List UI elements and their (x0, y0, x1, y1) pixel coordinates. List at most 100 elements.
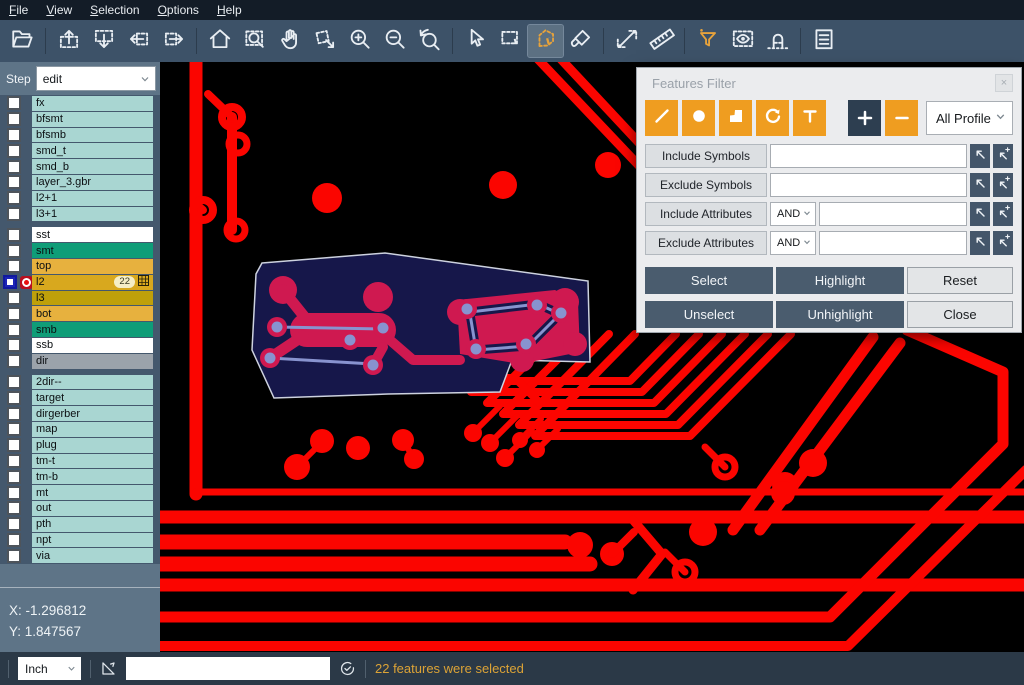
step-dropdown[interactable]: edit (36, 66, 156, 91)
layer-label[interactable]: 2dir-- (32, 375, 153, 390)
unselect-button[interactable]: Unselect (645, 301, 773, 328)
layer-checkbox[interactable] (7, 354, 21, 368)
layer-label[interactable]: tm-t (32, 454, 153, 469)
menu-view[interactable]: View (37, 0, 81, 20)
layer-checkbox[interactable] (7, 207, 21, 221)
reset-button[interactable]: Reset (907, 267, 1013, 294)
layer-checkbox[interactable] (7, 228, 21, 242)
layer-label[interactable]: bot (32, 306, 153, 321)
pick-add-from-canvas-button[interactable] (993, 202, 1013, 226)
and-or-dropdown[interactable]: AND (770, 202, 816, 226)
rect-select-button[interactable] (493, 25, 528, 57)
home-button[interactable] (202, 25, 237, 57)
layer-label[interactable]: fx (32, 96, 153, 111)
arc-feature-button[interactable] (756, 100, 789, 136)
layer-checkbox[interactable] (7, 259, 21, 273)
layer-checkbox[interactable] (7, 144, 21, 158)
layer-checkbox[interactable] (7, 338, 21, 352)
snap-button[interactable] (760, 25, 795, 57)
layer-label[interactable]: target (32, 390, 153, 405)
dialog-titlebar[interactable]: Features Filter × (637, 68, 1021, 98)
layer-label[interactable]: dirgerber (32, 406, 153, 421)
layer-label[interactable]: l3 (32, 291, 153, 306)
features-filter-button[interactable] (690, 25, 725, 57)
include-symbols-input[interactable] (770, 144, 967, 168)
close-icon[interactable]: × (995, 74, 1013, 92)
layer-checkbox[interactable] (7, 470, 21, 484)
layer-checkbox[interactable] (7, 160, 21, 174)
layer-label[interactable]: smd_b (32, 159, 153, 174)
layer-label[interactable]: layer_3.gbr (32, 175, 153, 190)
include-symbols-button[interactable]: Include Symbols (645, 144, 767, 168)
pick-from-canvas-button[interactable] (970, 144, 990, 168)
layer-checkbox[interactable] (7, 96, 21, 110)
pick-from-canvas-button[interactable] (970, 202, 990, 226)
exclude-attributes-button[interactable]: Exclude Attributes (645, 231, 767, 255)
menu-selection[interactable]: Selection (81, 0, 148, 20)
layer-checkbox[interactable] (7, 549, 21, 563)
exclude-symbols-input[interactable] (770, 173, 967, 197)
layer-checkbox[interactable] (7, 128, 21, 142)
exclude-attributes-input[interactable] (819, 231, 967, 255)
pan-down-button[interactable] (86, 25, 121, 57)
include-attributes-button[interactable]: Include Attributes (645, 202, 767, 226)
text-feature-button[interactable] (793, 100, 826, 136)
pad-feature-button[interactable] (682, 100, 715, 136)
layer-label[interactable]: l3+1 (32, 207, 153, 222)
menu-options[interactable]: Options (149, 0, 208, 20)
layer-checkbox[interactable] (7, 391, 21, 405)
units-dropdown[interactable]: Inch (18, 657, 81, 680)
layer-checkbox[interactable] (7, 407, 21, 421)
highlight-button[interactable]: Highlight (776, 267, 904, 294)
measure-line-button[interactable] (609, 25, 644, 57)
layer-checkbox[interactable] (7, 291, 21, 305)
layer-checkbox[interactable] (7, 533, 21, 547)
layer-checkbox[interactable] (7, 175, 21, 189)
open-file-button[interactable] (5, 25, 40, 57)
layer-checkbox[interactable] (7, 375, 21, 389)
menu-help[interactable]: Help (208, 0, 251, 20)
polygon-select-button[interactable] (528, 25, 563, 57)
layer-checkbox[interactable] (7, 501, 21, 515)
pick-from-canvas-button[interactable] (970, 231, 990, 255)
zoom-in-button[interactable] (342, 25, 377, 57)
pan-right-button[interactable] (156, 25, 191, 57)
surface-feature-button[interactable] (719, 100, 752, 136)
pick-add-from-canvas-button[interactable] (993, 231, 1013, 255)
pick-add-from-canvas-button[interactable] (993, 173, 1013, 197)
layer-label[interactable]: tm-b (32, 469, 153, 484)
report-button[interactable] (806, 25, 841, 57)
layer-checkbox[interactable] (7, 323, 21, 337)
paint-select-button[interactable] (563, 25, 598, 57)
layer-checkbox[interactable] (7, 244, 21, 258)
pan-hand-button[interactable] (272, 25, 307, 57)
pick-add-from-canvas-button[interactable] (993, 144, 1013, 168)
layer-label[interactable]: l222 (32, 275, 153, 290)
layer-label[interactable]: l2+1 (32, 191, 153, 206)
include-attributes-input[interactable] (819, 202, 967, 226)
add-filter-button[interactable] (848, 100, 881, 136)
pick-from-canvas-button[interactable] (970, 173, 990, 197)
layer-label[interactable]: sst (32, 227, 153, 242)
layer-checkbox[interactable] (7, 454, 21, 468)
corner-measure-icon[interactable] (100, 660, 117, 677)
command-input[interactable] (126, 657, 330, 680)
line-feature-button[interactable] (645, 100, 678, 136)
layer-label[interactable]: plug (32, 438, 153, 453)
layer-checkbox[interactable] (7, 486, 21, 500)
layer-checkbox[interactable] (7, 438, 21, 452)
close-button[interactable]: Close (907, 301, 1013, 328)
layer-label[interactable]: map (32, 422, 153, 437)
layer-checkbox[interactable] (7, 422, 21, 436)
layer-label[interactable]: smd_t (32, 143, 153, 158)
refresh-check-icon[interactable] (339, 660, 356, 677)
layer-label[interactable]: smt (32, 243, 153, 258)
select-button[interactable]: Select (645, 267, 773, 294)
layer-label[interactable]: mt (32, 485, 153, 500)
zoom-out-button[interactable] (377, 25, 412, 57)
layer-label[interactable]: ssb (32, 338, 153, 353)
layer-checkbox[interactable] (7, 112, 21, 126)
profile-dropdown[interactable]: All Profile (926, 101, 1013, 135)
layer-label[interactable]: via (32, 548, 153, 563)
exclude-symbols-button[interactable]: Exclude Symbols (645, 173, 767, 197)
